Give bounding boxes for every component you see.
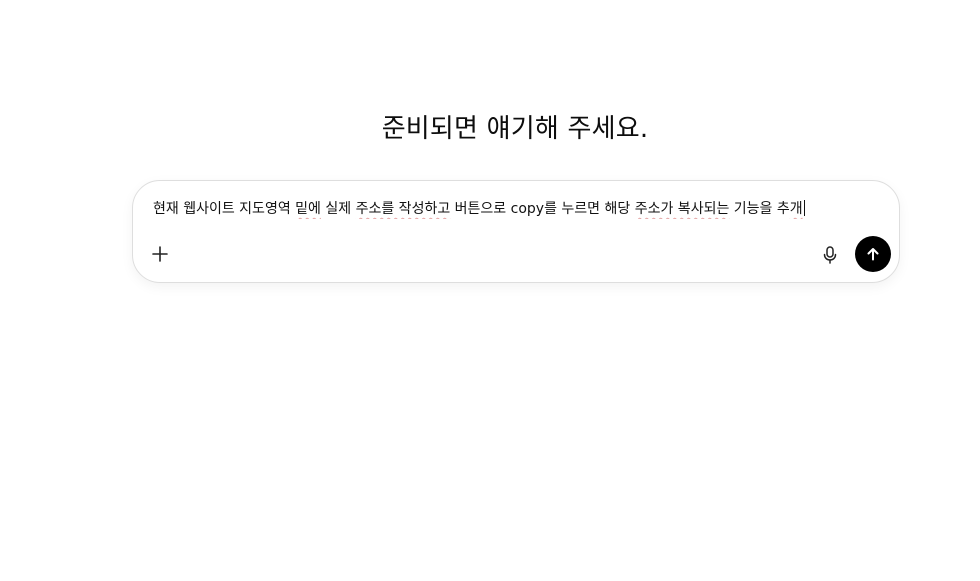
arrow-up-icon (865, 246, 881, 262)
page-heading: 준비되면 얘기해 주세요. (381, 114, 649, 144)
prompt-text-segment-misspelled: 밑에 (295, 201, 321, 217)
prompt-input[interactable]: 현재 웹사이트 지도영역 밑에 실제 주소를 작성하고 버튼으로 copy를 누… (153, 199, 863, 219)
prompt-text-segment-misspelled: 주소를 작성하고 (355, 201, 451, 217)
send-button[interactable] (855, 236, 891, 272)
voice-input-button[interactable] (819, 244, 841, 266)
microphone-icon (822, 246, 838, 264)
prompt-text-segment: 버튼으로 copy를 누르면 해당 (450, 201, 635, 217)
plus-icon (151, 245, 169, 263)
prompt-composer[interactable]: 현재 웹사이트 지도영역 밑에 실제 주소를 작성하고 버튼으로 copy를 누… (132, 180, 900, 283)
prompt-text-segment-misspelled: 개 (789, 201, 803, 217)
prompt-text-segment-misspelled: 주소가 복사되는 (634, 201, 730, 217)
page: 준비되면 얘기해 주세요. 현재 웹사이트 지도영역 밑에 실제 주소를 작성하… (0, 0, 980, 581)
prompt-text-segment: 기능을 추 (729, 201, 790, 217)
text-caret (803, 200, 805, 216)
add-attachment-button[interactable] (149, 243, 171, 265)
prompt-text-segment: 현재 웹사이트 지도영역 (153, 201, 296, 217)
prompt-text-segment: 실제 (320, 201, 356, 217)
